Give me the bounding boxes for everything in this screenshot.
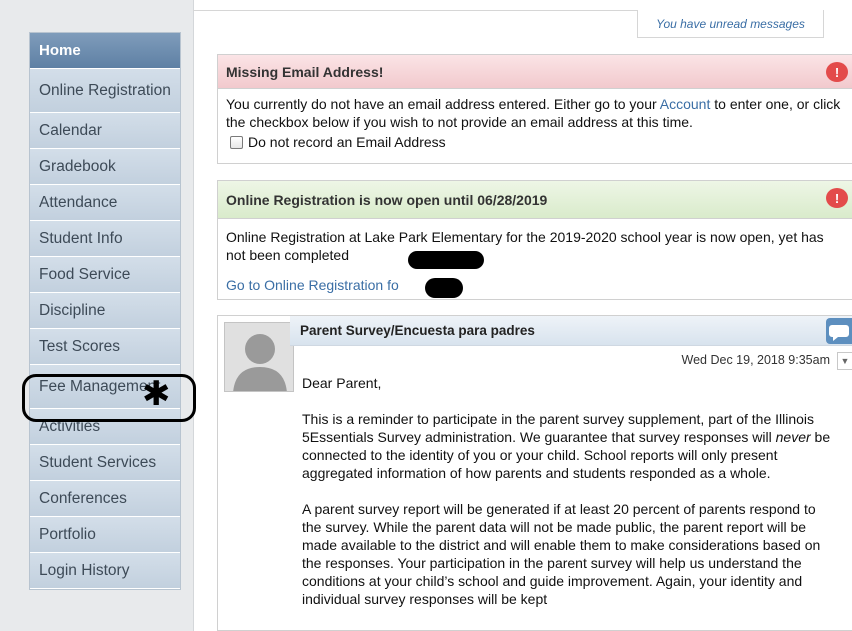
alert-header: Online Registration is now open until 06…	[218, 181, 852, 219]
unread-messages-link[interactable]: You have unread messages	[637, 10, 824, 38]
alert-header: Missing Email Address! !	[218, 55, 852, 89]
sidebar-item-food-service[interactable]: Food Service	[30, 257, 180, 293]
missing-email-alert: Missing Email Address! ! You currently d…	[217, 54, 852, 164]
message-header: Parent Survey/Encuesta para padres	[290, 316, 852, 346]
online-registration-link[interactable]: Go to Online Registration fo	[226, 277, 399, 293]
redaction-mark	[425, 278, 463, 298]
account-link[interactable]: Account	[660, 96, 711, 112]
sidebar-item-student-info[interactable]: Student Info	[30, 221, 180, 257]
sidebar-item-student-services[interactable]: Student Services	[30, 445, 180, 481]
chevron-down-icon[interactable]: ▼	[837, 352, 852, 370]
unread-messages-tab[interactable]	[823, 10, 852, 38]
message-body: Dear Parent, This is a reminder to parti…	[302, 374, 832, 626]
message-card: Parent Survey/Encuesta para padres Wed D…	[217, 315, 852, 631]
no-email-checkbox[interactable]	[230, 135, 243, 149]
person-silhouette-icon	[233, 334, 287, 391]
alert-title: Online Registration is now open until 06…	[226, 191, 548, 208]
online-registration-alert: Online Registration is now open until 06…	[217, 180, 852, 300]
sidebar-nav: Home Online Registration Calendar Gradebook…	[29, 32, 181, 590]
message-greeting: Dear Parent,	[302, 375, 382, 391]
asterisk-annotation: ✱	[142, 374, 171, 414]
alert-exclamation-icon[interactable]: !	[826, 62, 848, 82]
sidebar-item-test-scores[interactable]: Test Scores	[30, 329, 180, 365]
avatar	[224, 322, 294, 392]
comment-icon[interactable]	[826, 318, 852, 344]
no-email-checkbox-label[interactable]: Do not record an Email Address	[248, 133, 446, 151]
sidebar-item-gradebook[interactable]: Gradebook	[30, 149, 180, 185]
sidebar-item-home[interactable]: Home	[30, 33, 180, 69]
sidebar-item-portfolio[interactable]: Portfolio	[30, 517, 180, 553]
message-title: Parent Survey/Encuesta para padres	[300, 323, 535, 338]
sidebar-item-online-registration[interactable]: Online Registration	[30, 69, 180, 113]
sidebar-item-activities[interactable]: Activities	[30, 409, 180, 445]
redaction-mark	[408, 251, 484, 269]
no-email-checkbox-row[interactable]: Do not record an Email Address	[226, 133, 842, 151]
sidebar-item-login-history[interactable]: Login History	[30, 553, 180, 589]
alert-title: Missing Email Address!	[226, 63, 384, 80]
alert-exclamation-icon[interactable]: !	[826, 188, 848, 208]
sidebar-item-conferences[interactable]: Conferences	[30, 481, 180, 517]
alert-text: You currently do not have an email addre…	[226, 96, 660, 112]
sidebar-item-discipline[interactable]: Discipline	[30, 293, 180, 329]
message-paragraph: This is a reminder to participate in the…	[302, 411, 831, 481]
message-paragraph: A parent survey report will be generated…	[302, 501, 821, 607]
alert-body: You currently do not have an email addre…	[218, 89, 852, 151]
message-date: Wed Dec 19, 2018 9:35am	[681, 353, 830, 367]
sidebar-item-calendar[interactable]: Calendar	[30, 113, 180, 149]
registration-text: Online Registration at Lake Park Element…	[226, 229, 824, 263]
sidebar-item-attendance[interactable]: Attendance	[30, 185, 180, 221]
alert-body: Online Registration at Lake Park Element…	[218, 219, 852, 294]
